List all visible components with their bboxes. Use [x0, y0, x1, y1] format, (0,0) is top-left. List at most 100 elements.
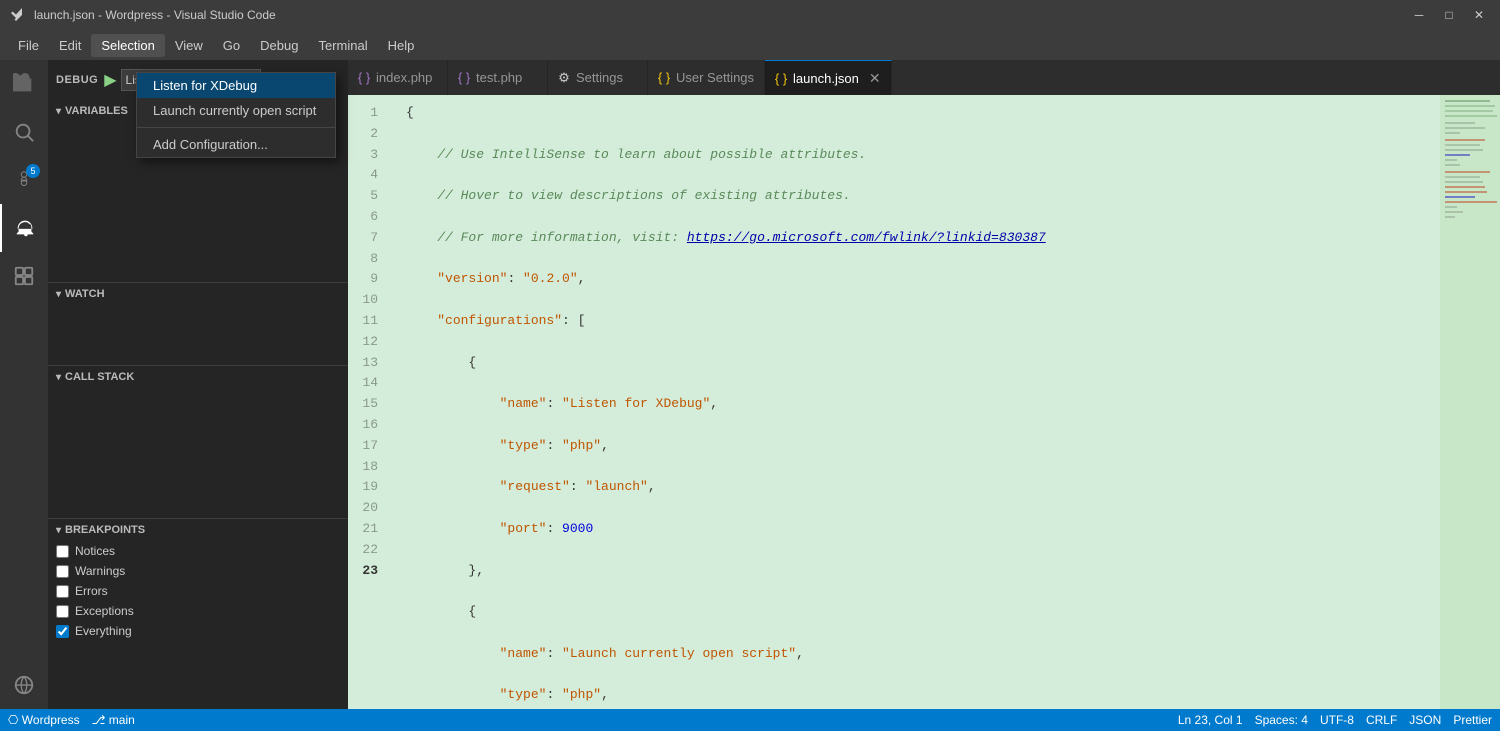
- status-branch[interactable]: ⎔ Wordpress: [8, 713, 80, 727]
- status-bar-left: ⎔ Wordpress ⎇ main: [8, 713, 135, 727]
- code-line-11: "port": 9000: [406, 519, 1440, 540]
- minimap: [1440, 95, 1500, 709]
- code-line-12: },: [406, 561, 1440, 582]
- breakpoint-exceptions-checkbox[interactable]: [56, 605, 69, 618]
- status-position[interactable]: Ln 23, Col 1: [1178, 713, 1243, 727]
- breakpoints-content: Notices Warnings Errors Exceptions Every…: [48, 541, 348, 641]
- code-line-2: // Use IntelliSense to learn about possi…: [406, 145, 1440, 166]
- call-stack-content: [48, 388, 348, 518]
- debug-play-button[interactable]: ▶: [104, 70, 116, 90]
- ln-6: 6: [348, 207, 390, 228]
- code-editor[interactable]: { // Use IntelliSense to learn about pos…: [398, 95, 1440, 709]
- activity-remote[interactable]: [0, 661, 48, 709]
- minimize-button[interactable]: ─: [1408, 4, 1430, 26]
- ln-3: 3: [348, 145, 390, 166]
- menu-file[interactable]: File: [8, 34, 49, 57]
- dropdown-item-listen-xdebug[interactable]: Listen for XDebug: [137, 73, 335, 98]
- ln-2: 2: [348, 124, 390, 145]
- breakpoint-exceptions: Exceptions: [48, 601, 348, 621]
- status-formatter[interactable]: Prettier: [1453, 713, 1492, 727]
- activity-scm[interactable]: 5: [0, 156, 48, 204]
- watch-label: WATCH: [65, 288, 105, 300]
- ln-16: 16: [348, 415, 390, 436]
- breakpoint-warnings: Warnings: [48, 561, 348, 581]
- call-stack-section: ▾ CALL STACK: [48, 365, 348, 518]
- dropdown-item-add-config[interactable]: Add Configuration...: [137, 132, 335, 157]
- breakpoint-notices-label: Notices: [75, 544, 115, 558]
- tab-user-settings[interactable]: { } User Settings: [648, 60, 765, 95]
- php-file-icon-2: { }: [458, 72, 470, 84]
- tab-settings[interactable]: ⚙ Settings: [548, 60, 648, 95]
- breakpoints-label: BREAKPOINTS: [65, 524, 145, 536]
- status-git-branch[interactable]: ⎇ main: [92, 713, 135, 727]
- ln-18: 18: [348, 457, 390, 478]
- ln-22: 22: [348, 540, 390, 561]
- code-line-13: {: [406, 602, 1440, 623]
- activity-extensions[interactable]: [0, 252, 48, 300]
- ln-19: 19: [348, 477, 390, 498]
- code-line-4: // For more information, visit: https://…: [406, 228, 1440, 249]
- breakpoint-everything-label: Everything: [75, 624, 132, 638]
- tab-label-user-settings: User Settings: [676, 70, 754, 85]
- variables-label: VARIABLES: [65, 105, 128, 117]
- breakpoint-notices-checkbox[interactable]: [56, 545, 69, 558]
- line-numbers: 1 2 3 4 5 6 7 8 9 10 11 12 13 14 15 16 1…: [348, 95, 398, 709]
- ln-11: 11: [348, 311, 390, 332]
- tab-index-php[interactable]: { } index.php: [348, 60, 448, 95]
- ln-20: 20: [348, 498, 390, 519]
- ln-10: 10: [348, 290, 390, 311]
- call-stack-arrow-icon: ▾: [56, 372, 61, 383]
- dropdown-item-launch-script[interactable]: Launch currently open script: [137, 98, 335, 123]
- breakpoint-notices: Notices: [48, 541, 348, 561]
- call-stack-section-header[interactable]: ▾ CALL STACK: [48, 366, 348, 388]
- breakpoint-errors-checkbox[interactable]: [56, 585, 69, 598]
- editor-content[interactable]: 1 2 3 4 5 6 7 8 9 10 11 12 13 14 15 16 1…: [348, 95, 1500, 709]
- code-line-9: "type": "php",: [406, 436, 1440, 457]
- status-line-ending[interactable]: CRLF: [1366, 713, 1397, 727]
- watch-content: [48, 305, 348, 365]
- breakpoint-exceptions-label: Exceptions: [75, 604, 134, 618]
- status-language[interactable]: JSON: [1409, 713, 1441, 727]
- dropdown-separator: [137, 127, 335, 128]
- tab-label-index-php: index.php: [376, 70, 432, 85]
- watch-section-header[interactable]: ▾ WATCH: [48, 283, 348, 305]
- ln-14: 14: [348, 373, 390, 394]
- menu-view[interactable]: View: [165, 34, 213, 57]
- breakpoint-everything: Everything: [48, 621, 348, 641]
- tab-label-launch-json: launch.json: [793, 71, 859, 86]
- menu-terminal[interactable]: Terminal: [308, 34, 377, 57]
- window-controls: ─ □ ✕: [1408, 4, 1490, 26]
- scm-badge: 5: [26, 164, 40, 178]
- code-line-15: "type": "php",: [406, 685, 1440, 706]
- title-bar-left: launch.json - Wordpress - Visual Studio …: [10, 7, 276, 23]
- breakpoint-everything-checkbox[interactable]: [56, 625, 69, 638]
- menu-debug[interactable]: Debug: [250, 34, 308, 57]
- json-file-icon-2: { }: [775, 72, 787, 84]
- breakpoint-errors: Errors: [48, 581, 348, 601]
- status-spaces[interactable]: Spaces: 4: [1255, 713, 1308, 727]
- menu-edit[interactable]: Edit: [49, 34, 91, 57]
- activity-explorer[interactable]: [0, 60, 48, 108]
- sidebar: DEBUG ▶ Listen for XDebug ▾ ⚙ ⧉ Listen f…: [48, 60, 348, 709]
- breakpoint-errors-label: Errors: [75, 584, 108, 598]
- tab-launch-json[interactable]: { } launch.json ✕: [765, 60, 892, 95]
- breakpoints-arrow-icon: ▾: [56, 525, 61, 536]
- menu-go[interactable]: Go: [213, 34, 250, 57]
- menu-selection[interactable]: Selection: [91, 34, 164, 57]
- tab-label-test-php: test.php: [476, 70, 522, 85]
- menu-bar: File Edit Selection View Go Debug Termin…: [0, 30, 1500, 60]
- activity-search[interactable]: [0, 108, 48, 156]
- status-encoding[interactable]: UTF-8: [1320, 713, 1354, 727]
- php-file-icon: { }: [358, 72, 370, 84]
- ln-12: 12: [348, 332, 390, 353]
- close-button[interactable]: ✕: [1468, 4, 1490, 26]
- tab-close-launch-json[interactable]: ✕: [869, 70, 881, 87]
- code-line-5: "version": "0.2.0",: [406, 269, 1440, 290]
- activity-debug[interactable]: [0, 204, 48, 252]
- breakpoint-warnings-checkbox[interactable]: [56, 565, 69, 578]
- menu-help[interactable]: Help: [378, 34, 425, 57]
- breakpoints-section-header[interactable]: ▾ BREAKPOINTS: [48, 519, 348, 541]
- tab-bar: { } index.php { } test.php ⚙ Settings { …: [348, 60, 1500, 95]
- tab-test-php[interactable]: { } test.php: [448, 60, 548, 95]
- maximize-button[interactable]: □: [1438, 4, 1460, 26]
